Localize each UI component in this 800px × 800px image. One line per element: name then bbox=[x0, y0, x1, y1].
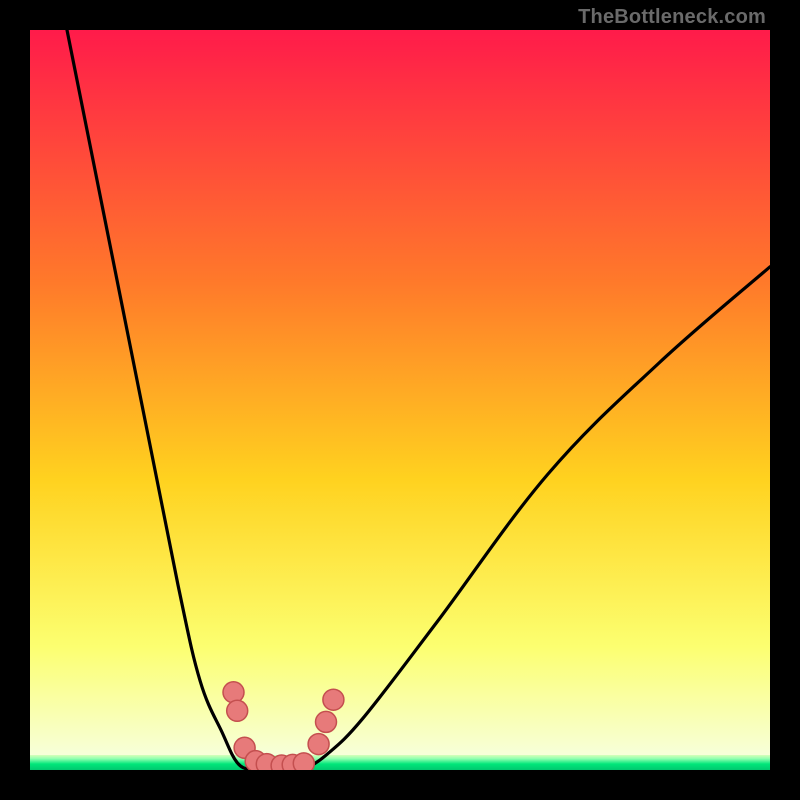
curve-left-branch bbox=[67, 30, 267, 770]
chart-stage: TheBottleneck.com bbox=[0, 0, 800, 800]
data-point bbox=[227, 700, 248, 721]
attribution-text: TheBottleneck.com bbox=[578, 6, 766, 29]
bottleneck-curve bbox=[30, 30, 770, 770]
data-point bbox=[308, 734, 329, 755]
data-point bbox=[293, 753, 314, 770]
data-point bbox=[323, 689, 344, 710]
data-point bbox=[316, 711, 337, 732]
data-point bbox=[223, 682, 244, 703]
plot-area bbox=[30, 30, 770, 770]
curve-right-branch bbox=[304, 267, 770, 770]
